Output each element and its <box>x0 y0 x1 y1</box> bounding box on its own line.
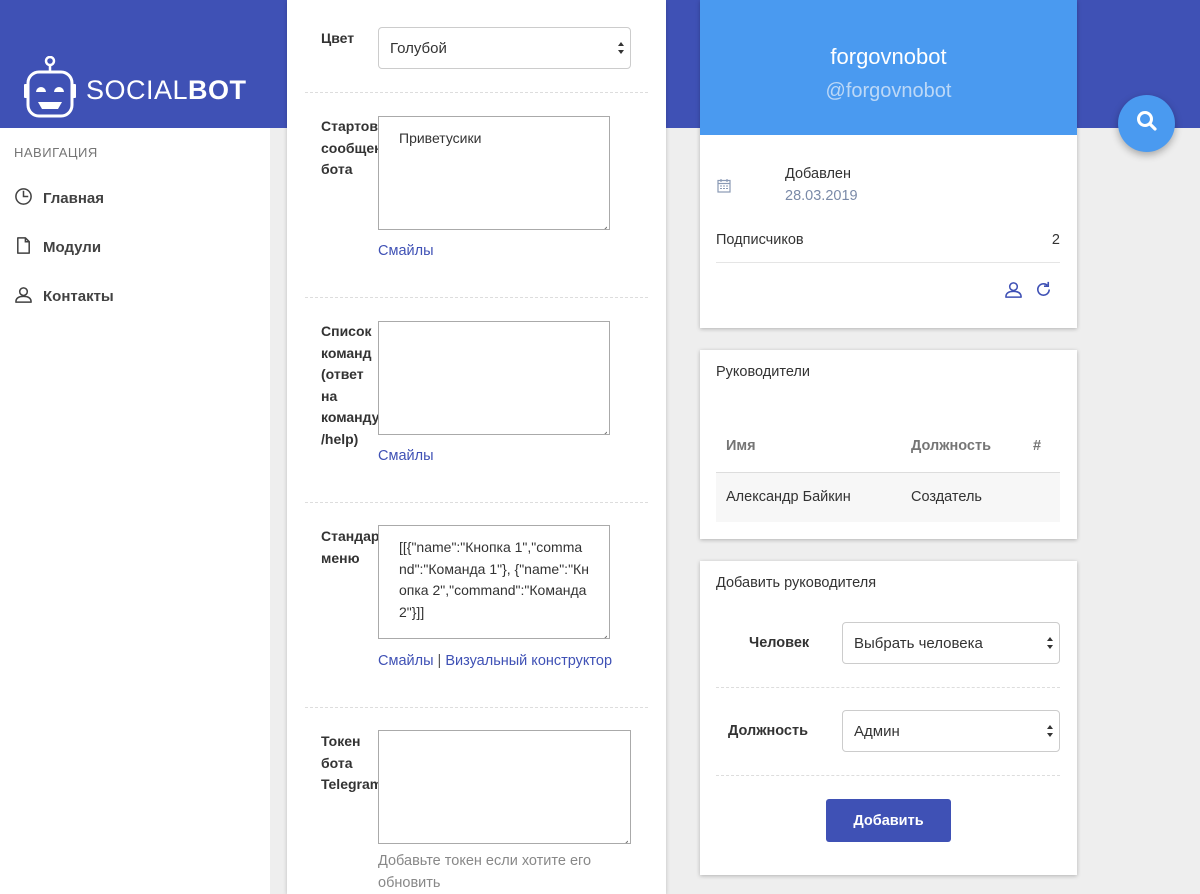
role-select-value: Админ <box>854 722 900 740</box>
divider <box>305 502 648 503</box>
logo[interactable]: SOCIALBOT <box>24 55 247 125</box>
bot-handle: @forgovnobot <box>825 80 952 102</box>
manager-role: Создатель <box>901 472 1023 522</box>
menu-textarea[interactable]: [[{"name":"Кнопка 1","command":"Команда … <box>378 525 610 639</box>
commands-textarea[interactable] <box>378 321 610 435</box>
subscribers-count: 2 <box>1051 232 1060 248</box>
color-label: Цвет <box>321 30 355 46</box>
commands-label: Список команд (ответ на команду /help) <box>321 323 379 447</box>
resize-handle-icon[interactable] <box>599 219 608 229</box>
nav-item-home[interactable]: Главная <box>14 186 104 210</box>
nav-item-label: Главная <box>43 189 105 207</box>
brand-name: SOCIALBOT <box>86 75 247 106</box>
resize-handle-icon[interactable] <box>599 628 608 638</box>
search-icon <box>1136 110 1158 137</box>
role-label: Должность <box>728 723 808 739</box>
divider <box>305 297 648 298</box>
resize-handle-icon[interactable] <box>620 833 629 843</box>
nav-item-label: Модули <box>43 238 102 256</box>
visual-builder-link[interactable]: Визуальный конструктор <box>445 653 612 669</box>
table-header-row: Имя Должность # <box>716 421 1060 473</box>
column-header-name: Имя <box>716 421 901 473</box>
managers-card: Руководители Имя Должность # Александр Б… <box>700 350 1077 539</box>
menu-text: [[{"name":"Кнопка 1","command":"Команда … <box>399 539 589 620</box>
managers-title: Руководители <box>716 364 810 380</box>
document-icon <box>14 236 43 259</box>
resize-handle-icon[interactable] <box>599 424 608 434</box>
select-arrows-icon <box>1046 724 1054 738</box>
divider <box>716 775 1060 776</box>
start-message-links: Смайлы <box>378 243 434 259</box>
profile-header: forgovnobot @forgovnobot <box>700 0 1077 135</box>
manager-name: Александр Байкин <box>716 472 901 522</box>
clock-icon <box>14 187 43 210</box>
select-arrows-icon <box>1046 636 1054 650</box>
manager-action <box>1023 472 1060 522</box>
menu-links: Смайлы | Визуальный конструктор <box>378 653 612 669</box>
smileys-link[interactable]: Смайлы <box>378 243 434 259</box>
nav-item-label: Контакты <box>43 287 114 305</box>
bot-name: forgovnobot <box>830 44 947 69</box>
calendar-icon <box>717 178 731 198</box>
added-date: 28.03.2019 <box>785 188 858 204</box>
search-button[interactable] <box>1118 95 1175 152</box>
token-label: Токен бота Telegram <box>321 733 379 792</box>
nav-heading: НАВИГАЦИЯ <box>14 145 98 160</box>
color-select-value: Голубой <box>390 39 447 57</box>
subscribers-label: Подписчиков <box>716 232 804 248</box>
add-manager-title: Добавить руководителя <box>716 575 877 591</box>
added-label: Добавлен <box>785 166 851 182</box>
column-header-role: Должность <box>901 421 1023 473</box>
managers-table: Имя Должность # Александр Байкин Создате… <box>716 421 1060 522</box>
person-label: Человек <box>749 635 810 651</box>
brand-name-bold: BOT <box>188 74 247 105</box>
bot-profile-card: forgovnobot @forgovnobot Добавлен 28.03.… <box>700 0 1077 328</box>
bot-settings-form: Цвет Голубой Стартовое сообщение бота Пр… <box>287 0 666 894</box>
divider <box>716 687 1060 688</box>
commands-links: Смайлы <box>378 448 434 464</box>
person-select[interactable]: Выбрать человека <box>842 622 1060 664</box>
start-message-label: Стартовое сообщение бота <box>321 118 379 177</box>
robot-icon <box>24 55 76 125</box>
select-arrows-icon <box>617 41 625 55</box>
nav-item-modules[interactable]: Модули <box>14 235 101 259</box>
brand-name-light: SOCIAL <box>86 74 189 105</box>
smileys-link[interactable]: Смайлы <box>378 653 434 669</box>
role-select[interactable]: Админ <box>842 710 1060 752</box>
smileys-link[interactable]: Смайлы <box>378 448 434 464</box>
add-manager-card: Добавить руководителя Человек Выбрать че… <box>700 561 1077 875</box>
nav-item-contacts[interactable]: Контакты <box>14 284 114 308</box>
divider <box>305 707 648 708</box>
token-hint: Добавьте токен если хотите его обновить <box>378 853 592 891</box>
divider <box>305 92 648 93</box>
start-message-text: Приветусики <box>399 130 482 146</box>
color-select[interactable]: Голубой <box>378 27 631 69</box>
divider <box>716 262 1060 263</box>
add-manager-button[interactable]: Добавить <box>826 799 951 842</box>
menu-label: Стандартное меню <box>321 528 379 566</box>
token-textarea[interactable] <box>378 730 631 844</box>
table-row: Александр Байкин Создатель <box>716 472 1060 522</box>
user-icon <box>14 285 43 308</box>
user-icon[interactable] <box>1004 280 1023 304</box>
column-header-actions: # <box>1023 421 1060 473</box>
refresh-icon[interactable] <box>1034 280 1053 304</box>
person-select-value: Выбрать человека <box>854 634 983 652</box>
start-message-textarea[interactable]: Приветусики <box>378 116 610 230</box>
